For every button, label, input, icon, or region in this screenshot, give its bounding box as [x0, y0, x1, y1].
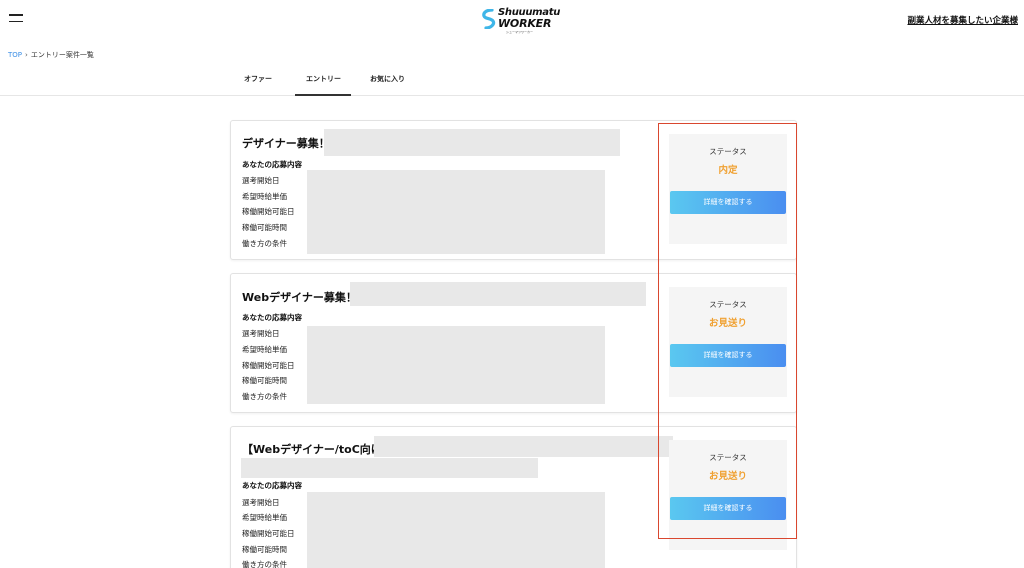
logo-mark-icon — [482, 9, 496, 29]
tab-entry[interactable]: エントリー — [306, 74, 341, 84]
field-label-start-date: 稼働開始可能日 — [242, 207, 295, 216]
application-section-label: あなたの応募内容 — [242, 481, 302, 490]
entry-title[interactable]: 【Webデザイナー/toC向け — [242, 441, 382, 457]
tab-bar: オファー エントリー お気に入り — [0, 64, 1024, 96]
entry-title[interactable]: Webデザイナー募集！ — [242, 289, 357, 305]
hamburger-menu-icon[interactable] — [9, 14, 23, 22]
breadcrumb-separator: › — [25, 51, 28, 59]
redacted-title-block — [324, 129, 620, 156]
redacted-values-block — [307, 326, 605, 404]
field-label-hourly-rate: 希望時給単価 — [242, 345, 287, 354]
application-section-label: あなたの応募内容 — [242, 313, 302, 322]
field-label-hourly-rate: 希望時給単価 — [242, 513, 287, 522]
redacted-values-block — [307, 170, 605, 254]
status-column-highlight — [658, 123, 797, 539]
entry-title[interactable]: デザイナー募集！ — [242, 135, 330, 151]
redacted-title-block — [241, 458, 538, 478]
breadcrumb: TOP › エントリー案件一覧 — [8, 50, 94, 60]
redacted-values-block — [307, 492, 605, 568]
field-label-selection-start: 選考開始日 — [242, 498, 280, 507]
field-label-hourly-rate: 希望時給単価 — [242, 192, 287, 201]
site-header: Shuuumatu WORKER シューマツワーカー 副業人材を募集したい企業様 — [0, 0, 1024, 40]
active-tab-indicator — [295, 94, 351, 96]
field-label-start-date: 稼働開始可能日 — [242, 361, 295, 370]
employer-link[interactable]: 副業人材を募集したい企業様 — [907, 14, 1018, 26]
field-label-start-date: 稼働開始可能日 — [242, 529, 295, 538]
field-label-work-conditions: 働き方の条件 — [242, 560, 287, 568]
tab-favorites[interactable]: お気に入り — [370, 74, 405, 84]
field-label-working-hours: 稼働可能時間 — [242, 376, 287, 385]
breadcrumb-top-link[interactable]: TOP — [8, 51, 22, 59]
field-label-selection-start: 選考開始日 — [242, 176, 280, 185]
site-logo[interactable]: Shuuumatu WORKER シューマツワーカー — [482, 6, 560, 34]
logo-main-text: WORKER — [498, 17, 552, 30]
tab-offer[interactable]: オファー — [244, 74, 272, 84]
logo-sub-text: シューマツワーカー — [506, 30, 534, 34]
redacted-title-block — [374, 436, 673, 457]
field-label-work-conditions: 働き方の条件 — [242, 239, 287, 248]
field-label-selection-start: 選考開始日 — [242, 329, 280, 338]
breadcrumb-current: エントリー案件一覧 — [30, 51, 94, 59]
application-section-label: あなたの応募内容 — [242, 160, 302, 169]
field-label-working-hours: 稼働可能時間 — [242, 223, 287, 232]
field-label-working-hours: 稼働可能時間 — [242, 545, 287, 554]
redacted-title-block — [350, 282, 646, 306]
field-label-work-conditions: 働き方の条件 — [242, 392, 287, 401]
